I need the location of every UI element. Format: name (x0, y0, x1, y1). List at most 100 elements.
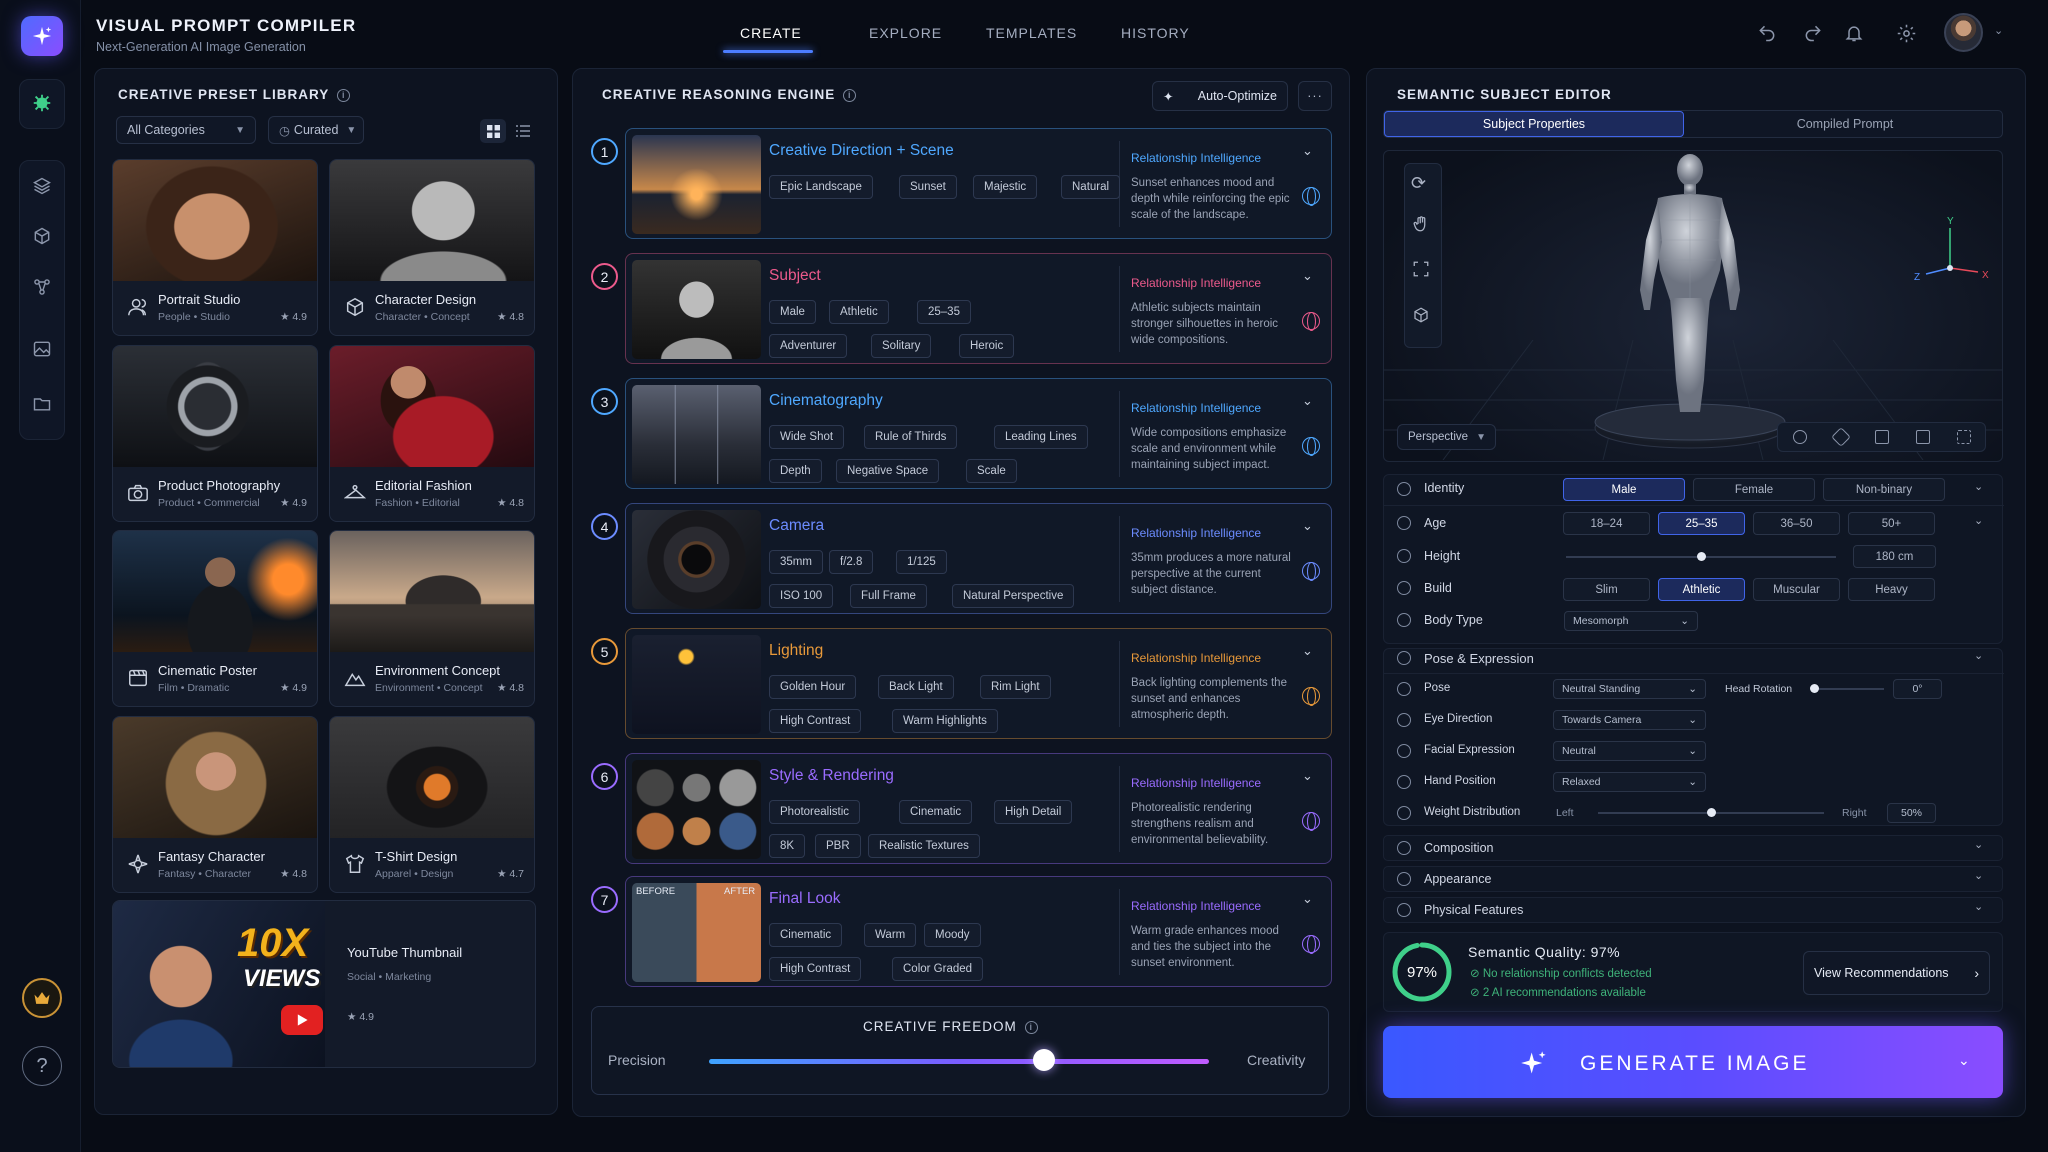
cube-icon[interactable] (29, 223, 55, 249)
category-filter[interactable]: All Categories ▼ (116, 116, 256, 144)
crown-icon[interactable] (22, 978, 62, 1018)
step-chip[interactable]: Natural Perspective (952, 584, 1075, 608)
step-chip[interactable]: Epic Landscape (769, 175, 873, 199)
tab-subject-properties[interactable]: Subject Properties (1384, 111, 1684, 137)
build-option[interactable]: Muscular (1753, 578, 1840, 601)
chevron-down-icon[interactable]: ⌄ (1302, 768, 1313, 784)
step-chip[interactable]: Adventurer (769, 334, 848, 358)
chevron-down-icon[interactable]: ⌄ (1974, 869, 1983, 882)
bug-icon[interactable] (29, 90, 55, 116)
step-chip[interactable]: PBR (815, 834, 861, 858)
step-chip[interactable]: Scale (966, 459, 1017, 483)
sort-filter[interactable]: ◷ Curated ▼ (268, 116, 364, 144)
chevron-down-icon[interactable]: ⌄ (1974, 900, 1983, 913)
identity-option[interactable]: Female (1693, 478, 1815, 501)
step-chip[interactable]: Back Light (878, 675, 954, 699)
body-type-select[interactable]: Mesomorph ⌄ (1564, 611, 1698, 631)
info-icon[interactable]: i (843, 89, 857, 102)
step-chip[interactable]: ISO 100 (769, 584, 834, 608)
step-chip[interactable]: High Detail (994, 800, 1073, 824)
chevron-down-icon[interactable]: ⌄ (1302, 891, 1313, 907)
hand-position-select[interactable]: Relaxed ⌄ (1553, 772, 1706, 792)
help-icon[interactable]: ? (22, 1046, 62, 1086)
grid-view-button[interactable] (480, 119, 506, 143)
chevron-down-icon[interactable]: ⌄ (1974, 649, 1983, 662)
step-chip[interactable]: Cinematic (899, 800, 973, 824)
creative-freedom-track[interactable] (709, 1059, 1209, 1064)
info-icon[interactable]: i (1024, 1021, 1038, 1034)
height-value[interactable]: 180 cm (1853, 545, 1936, 568)
step-chip[interactable]: Moody (924, 923, 981, 947)
step-chip[interactable]: 1/125 (896, 550, 947, 574)
step-chip[interactable]: Negative Space (836, 459, 940, 483)
step-chip[interactable]: Color Graded (892, 957, 984, 981)
step-chip[interactable]: Golden Hour (769, 675, 857, 699)
reasoning-step-card[interactable]: Subject Relationship Intelligence Athletic… (625, 253, 1332, 364)
chevron-down-icon[interactable]: ⌄ (1974, 838, 1983, 851)
step-chip[interactable]: Depth (769, 459, 822, 483)
reasoning-step-card[interactable]: Cinematography Relationship Intelligence W… (625, 378, 1332, 489)
info-icon[interactable]: i (337, 89, 351, 102)
frame-icon[interactable] (1412, 260, 1430, 281)
step-chip[interactable]: Rule of Thirds (864, 425, 958, 449)
chevron-down-icon[interactable]: ⌄ (1974, 480, 1983, 493)
step-chip[interactable]: High Contrast (769, 709, 862, 733)
cube-icon[interactable] (1412, 306, 1430, 327)
step-chip[interactable]: 25–35 (917, 300, 971, 324)
step-chip[interactable]: Wide Shot (769, 425, 845, 449)
step-chip[interactable]: Full Frame (850, 584, 927, 608)
identity-option[interactable]: Male (1563, 478, 1685, 501)
screen-icon[interactable] (1875, 430, 1889, 444)
tab-compiled-prompt[interactable]: Compiled Prompt (1688, 111, 2002, 137)
rotate-icon[interactable]: ⟳ (1411, 173, 1426, 194)
target-icon[interactable] (1793, 430, 1807, 444)
step-chip[interactable]: Warm (864, 923, 917, 947)
step-chip[interactable]: Male (769, 300, 816, 324)
view-mode-select[interactable]: Perspective ▼ (1397, 424, 1496, 450)
step-chip[interactable]: Realistic Textures (868, 834, 980, 858)
head-rotation-value[interactable]: 0° (1893, 679, 1942, 699)
age-option[interactable]: 50+ (1848, 512, 1935, 535)
tab-create[interactable]: CREATE (740, 25, 802, 41)
chevron-down-icon[interactable]: ⌄ (1974, 514, 1983, 527)
preset-card-t-shirt-design[interactable]: T-Shirt Design Apparel • Design ★ 4.7 (329, 716, 535, 893)
user-avatar[interactable] (1944, 13, 1983, 52)
reasoning-step-card[interactable]: Creative Direction + Scene Relationship I… (625, 128, 1332, 239)
hand-icon[interactable] (1412, 215, 1430, 236)
chevron-down-icon[interactable]: ⌄ (1302, 518, 1313, 534)
step-chip[interactable]: 8K (769, 834, 806, 858)
step-chip[interactable]: Cinematic (769, 923, 843, 947)
chevron-down-icon[interactable]: ⌄ (1302, 143, 1313, 159)
creative-freedom-slider-thumb[interactable] (1033, 1049, 1055, 1071)
redo-icon[interactable] (1800, 20, 1826, 46)
weight-distribution-slider-thumb[interactable] (1707, 808, 1716, 817)
auto-optimize-button[interactable]: ✦ Auto-Optimize (1152, 81, 1288, 111)
age-option[interactable]: 36–50 (1753, 512, 1840, 535)
head-rotation-slider[interactable] (1814, 688, 1884, 690)
chevron-down-icon[interactable]: ⌄ (1994, 24, 2003, 37)
build-option[interactable]: Athletic (1658, 578, 1745, 601)
step-chip[interactable]: Warm Highlights (892, 709, 998, 733)
pose-select[interactable]: Neutral Standing ⌄ (1553, 679, 1706, 699)
reasoning-step-card[interactable]: Lighting Relationship Intelligence Back li… (625, 628, 1332, 739)
tab-history[interactable]: HISTORY (1121, 25, 1190, 41)
step-chip[interactable]: Sunset (899, 175, 957, 199)
reasoning-step-card[interactable]: Style & Rendering Relationship Intelligen… (625, 753, 1332, 864)
chevron-down-icon[interactable]: ⌄ (1302, 268, 1313, 284)
age-option[interactable]: 25–35 (1658, 512, 1745, 535)
reasoning-step-card[interactable]: Final Look Relationship Intelligence Warm … (625, 876, 1332, 987)
identity-option[interactable]: Non-binary (1823, 478, 1945, 501)
fullscreen-icon[interactable] (1957, 430, 1971, 444)
preset-card-editorial-fashion[interactable]: Editorial Fashion Fashion • Editorial ★ … (329, 345, 535, 522)
preset-card-cinematic-poster[interactable]: Cinematic Poster Film • Dramatic ★ 4.9 (112, 530, 318, 707)
step-chip[interactable]: Heroic (959, 334, 1015, 358)
undo-icon[interactable] (1754, 20, 1780, 46)
view-recommendations-button[interactable]: View Recommendations › (1803, 951, 1990, 995)
tab-explore[interactable]: EXPLORE (869, 25, 942, 41)
preset-card-product-photography[interactable]: Product Photography Product • Commercial… (112, 345, 318, 522)
gear-icon[interactable] (1893, 20, 1919, 46)
step-chip[interactable]: Athletic (829, 300, 889, 324)
layers-icon[interactable] (29, 173, 55, 199)
more-options-button[interactable]: ··· (1298, 81, 1332, 111)
preset-card-portrait-studio[interactable]: Portrait Studio People • Studio ★ 4.9 (112, 159, 318, 336)
